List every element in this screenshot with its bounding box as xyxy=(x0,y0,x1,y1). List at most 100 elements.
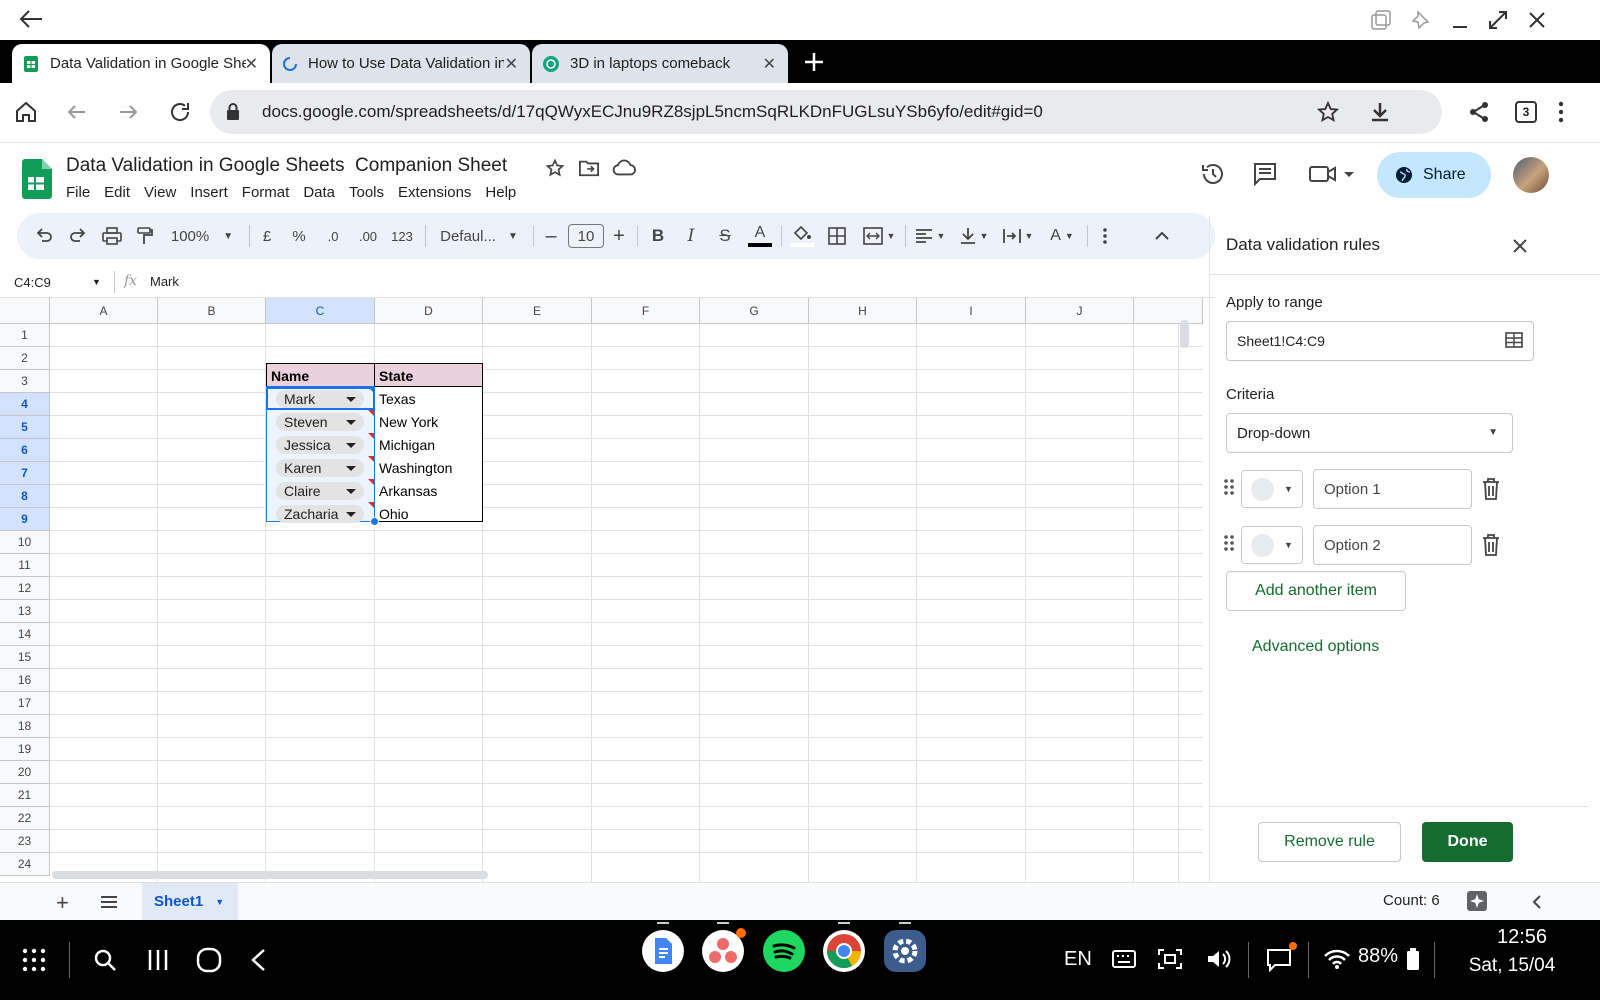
option-color-picker[interactable]: ▼ xyxy=(1241,526,1303,564)
zoom-select[interactable]: 100% ▼ xyxy=(167,213,237,259)
screenshot-icon[interactable] xyxy=(1157,948,1183,970)
row-header[interactable]: 11 xyxy=(0,554,50,577)
new-tab-icon[interactable] xyxy=(802,50,826,74)
share-button[interactable]: Share xyxy=(1377,152,1491,198)
collapse-toolbar-icon[interactable] xyxy=(1152,213,1172,259)
notifications-icon[interactable] xyxy=(1266,948,1292,972)
avatar[interactable] xyxy=(1513,157,1549,193)
close-window-icon[interactable] xyxy=(1526,9,1548,31)
advanced-options-link[interactable]: Advanced options xyxy=(1252,638,1379,656)
download-icon[interactable] xyxy=(1368,100,1392,124)
row-header[interactable]: 6 xyxy=(0,439,50,462)
undo-icon[interactable] xyxy=(31,213,57,259)
strikethrough-icon[interactable]: S xyxy=(713,213,737,259)
row-header[interactable]: 10 xyxy=(0,531,50,554)
settings-app-icon[interactable] xyxy=(884,930,926,972)
paint-format-icon[interactable] xyxy=(132,213,158,259)
row-header[interactable]: 1 xyxy=(0,324,50,347)
cell-state[interactable]: Texas xyxy=(375,387,482,410)
row-header[interactable]: 19 xyxy=(0,738,50,761)
row-header[interactable]: 9 xyxy=(0,508,50,531)
column-header-e[interactable]: E xyxy=(483,298,592,324)
fill-color-icon[interactable] xyxy=(789,213,815,259)
keyboard-icon[interactable] xyxy=(1112,950,1136,968)
font-size-input[interactable]: 10 xyxy=(568,213,604,259)
row-header[interactable]: 2 xyxy=(0,347,50,370)
increase-decimal-button[interactable]: .00 xyxy=(354,213,382,259)
menu-file[interactable]: File xyxy=(66,184,97,201)
move-folder-icon[interactable] xyxy=(578,158,600,178)
menu-format[interactable]: Format xyxy=(235,184,297,201)
all-sheets-icon[interactable] xyxy=(100,895,118,909)
add-sheet-icon[interactable]: + xyxy=(56,890,69,916)
option-1-input[interactable]: Option 1 xyxy=(1313,469,1472,509)
cloud-status-icon[interactable] xyxy=(612,158,636,178)
close-panel-icon[interactable] xyxy=(1512,238,1528,254)
drag-handle-icon[interactable] xyxy=(1223,534,1235,552)
increase-font-size-icon[interactable]: + xyxy=(609,213,629,259)
option-color-picker[interactable]: ▼ xyxy=(1241,470,1303,508)
column-header-c[interactable]: C xyxy=(266,298,375,324)
meet-video-icon[interactable] xyxy=(1308,161,1358,187)
tab-count-button[interactable]: 3 xyxy=(1515,101,1537,123)
row-header[interactable]: 4 xyxy=(0,393,50,416)
back-nav-icon[interactable] xyxy=(250,948,266,972)
row-header[interactable]: 18 xyxy=(0,715,50,738)
address-bar[interactable]: docs.google.com/spreadsheets/d/17qQWyxEC… xyxy=(210,90,1442,134)
reload-icon[interactable] xyxy=(168,100,192,124)
sheet-tab-sheet1[interactable]: Sheet1 ▼ xyxy=(142,883,238,920)
search-icon[interactable] xyxy=(93,948,117,972)
dropdown-chip[interactable]: Jessica xyxy=(276,436,364,454)
row-header[interactable]: 12 xyxy=(0,577,50,600)
row-header[interactable]: 17 xyxy=(0,692,50,715)
column-header-i[interactable]: I xyxy=(917,298,1026,324)
cell-state[interactable]: Washington xyxy=(375,456,482,479)
bold-icon[interactable]: B xyxy=(647,213,669,259)
language-indicator[interactable]: EN xyxy=(1064,948,1092,971)
text-rotation-icon[interactable]: A ▼ xyxy=(1043,213,1081,259)
menu-view[interactable]: View xyxy=(137,184,183,201)
range-input[interactable]: Sheet1!C4:C9 xyxy=(1226,321,1534,361)
row-header[interactable]: 7 xyxy=(0,462,50,485)
document-title[interactable]: Data Validation in Google Sheets Compani… xyxy=(66,155,507,177)
row-header[interactable]: 22 xyxy=(0,807,50,830)
pin-icon[interactable] xyxy=(1410,9,1432,31)
column-header-a[interactable]: A xyxy=(50,298,158,324)
formula-input[interactable]: Mark xyxy=(150,274,179,289)
column-header-j[interactable]: J xyxy=(1026,298,1134,324)
wifi-icon[interactable] xyxy=(1323,948,1351,970)
home-button-icon[interactable] xyxy=(196,947,222,973)
version-history-icon[interactable] xyxy=(1200,161,1226,187)
row-header[interactable]: 15 xyxy=(0,646,50,669)
comments-icon[interactable] xyxy=(1252,161,1278,187)
row-header[interactable]: 20 xyxy=(0,761,50,784)
app-drawer-icon[interactable] xyxy=(22,948,46,972)
collapse-side-panel-icon[interactable] xyxy=(1532,895,1542,909)
close-tab-icon[interactable]: ✕ xyxy=(505,54,518,74)
option-2-input[interactable]: Option 2 xyxy=(1313,525,1472,565)
lock-icon[interactable] xyxy=(224,102,242,122)
recent-apps-icon[interactable] xyxy=(147,948,169,972)
cell-state[interactable]: Ohio xyxy=(375,502,482,525)
name-box[interactable]: C4:C9 ▼ xyxy=(14,273,104,291)
tab-3d-laptops[interactable]: 3D in laptops comeback ✕ xyxy=(532,44,788,83)
redo-icon[interactable] xyxy=(65,213,91,259)
close-tab-icon[interactable]: ✕ xyxy=(763,54,776,74)
vertical-scrollbar[interactable] xyxy=(1180,320,1189,348)
text-color-icon[interactable]: A xyxy=(747,213,773,259)
bookmark-star-icon[interactable] xyxy=(1316,100,1340,124)
tab-data-validation[interactable]: Data Validation in Google She ✕ xyxy=(12,44,270,83)
restore-icon[interactable] xyxy=(1487,9,1509,31)
forward-icon[interactable] xyxy=(116,100,140,124)
dropdown-chip[interactable]: Steven xyxy=(276,413,364,431)
column-header-h[interactable]: H xyxy=(809,298,917,324)
star-icon[interactable] xyxy=(545,158,565,178)
delete-option-icon[interactable] xyxy=(1482,478,1500,500)
dropdown-chip[interactable]: Claire xyxy=(276,482,364,500)
row-header[interactable]: 3 xyxy=(0,370,50,393)
spotify-app-icon[interactable] xyxy=(763,930,805,972)
google-docs-app-icon[interactable] xyxy=(642,930,684,972)
text-wrapping-icon[interactable]: ▼ xyxy=(999,213,1037,259)
criteria-select[interactable]: Drop-down ▼ xyxy=(1226,413,1513,453)
column-header-k[interactable] xyxy=(1134,298,1203,324)
